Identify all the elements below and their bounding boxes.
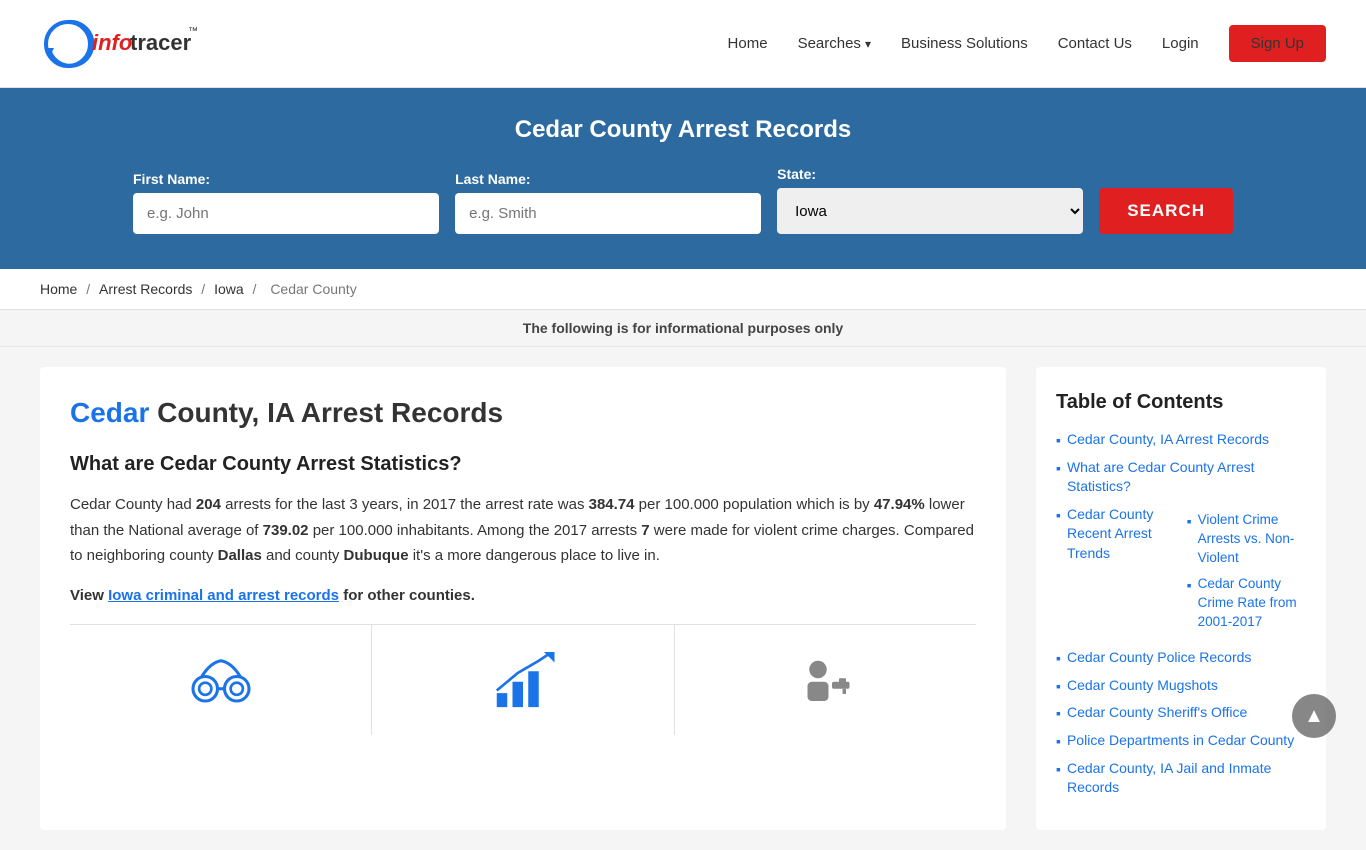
sidebar: Table of Contents Cedar County, IA Arres… [1036, 367, 1326, 830]
toc-link-1[interactable]: Cedar County, IA Arrest Records [1067, 430, 1269, 450]
state-select[interactable]: Iowa Alabama Alaska Arizona Arkansas Cal… [777, 188, 1083, 234]
hero-section: Cedar County Arrest Records First Name: … [0, 88, 1366, 269]
toc-link-4[interactable]: Cedar County Police Records [1067, 648, 1251, 668]
toc-list: Cedar County, IA Arrest Records What are… [1056, 430, 1306, 798]
view-link-suffix: for other counties. [339, 587, 475, 604]
nav-business-solutions[interactable]: Business Solutions [901, 35, 1028, 52]
toc-link-8[interactable]: Cedar County, IA Jail and Inmate Records [1067, 759, 1306, 798]
toc-item-4: Cedar County Police Records [1056, 648, 1306, 668]
main-nav: Home Searches ▾ Business Solutions Conta… [728, 25, 1326, 62]
lastname-group: Last Name: [455, 171, 761, 234]
toc-link-7[interactable]: Police Departments in Cedar County [1067, 731, 1294, 751]
toc-link-2[interactable]: What are Cedar County Arrest Statistics? [1067, 458, 1306, 497]
toc-item-1: Cedar County, IA Arrest Records [1056, 430, 1306, 450]
info-note: The following is for informational purpo… [0, 310, 1366, 347]
page-heading-highlight: Cedar [70, 397, 149, 428]
iowa-records-link[interactable]: Iowa criminal and arrest records [108, 587, 339, 604]
chevron-down-icon: ▾ [865, 37, 871, 51]
toc-title: Table of Contents [1056, 391, 1306, 414]
search-button[interactable]: SEARCH [1099, 188, 1233, 234]
toc-sub-list-3: Violent Crime Arrests vs. Non-Violent Ce… [1173, 511, 1306, 640]
nav-home[interactable]: Home [728, 35, 768, 52]
toc-item-3: Cedar County Recent Arrest Trends Violen… [1056, 505, 1306, 640]
breadcrumb-iowa[interactable]: Iowa [214, 281, 244, 297]
nav-contact-us[interactable]: Contact Us [1058, 35, 1132, 52]
svg-text:™: ™ [188, 26, 198, 37]
toc-item-5: Cedar County Mugshots [1056, 676, 1306, 696]
section1-heading: What are Cedar County Arrest Statistics? [70, 453, 976, 476]
site-header: info tracer ™ Home Searches ▾ Business S… [0, 0, 1366, 88]
firstname-input[interactable] [133, 193, 439, 234]
breadcrumb-sep1: / [86, 281, 94, 297]
toc-item-2: What are Cedar County Arrest Statistics? [1056, 458, 1306, 497]
state-label: State: [777, 166, 1083, 182]
lastname-input[interactable] [455, 193, 761, 234]
toc-item-6: Cedar County Sheriff's Office [1056, 703, 1306, 723]
toc-sub-item-3-1: Violent Crime Arrests vs. Non-Violent [1187, 511, 1306, 568]
icons-row [70, 624, 976, 735]
scroll-to-top-button[interactable]: ▲ [1292, 694, 1336, 738]
nav-searches[interactable]: Searches ▾ [798, 35, 871, 52]
icon-chart [372, 625, 674, 735]
breadcrumb-cedar-county: Cedar County [270, 281, 356, 297]
svg-text:tracer: tracer [130, 30, 192, 55]
stats-paragraph: Cedar County had 204 arrests for the las… [70, 492, 976, 569]
breadcrumb-home[interactable]: Home [40, 281, 77, 297]
icon-gun-badge [675, 625, 976, 735]
toc-link-3[interactable]: Cedar County Recent Arrest Trends [1067, 505, 1167, 564]
icon-handcuffs [70, 625, 372, 735]
toc-item-7: Police Departments in Cedar County [1056, 731, 1306, 751]
nav-signup[interactable]: Sign Up [1229, 25, 1326, 62]
svg-text:info: info [92, 30, 132, 55]
toc-link-6[interactable]: Cedar County Sheriff's Office [1067, 703, 1247, 723]
firstname-group: First Name: [133, 171, 439, 234]
content-area: Cedar County, IA Arrest Records What are… [40, 367, 1006, 830]
nav-login[interactable]: Login [1162, 35, 1199, 52]
page-heading: Cedar County, IA Arrest Records [70, 397, 976, 429]
toc-sub-link-3-2[interactable]: Cedar County Crime Rate from 2001-2017 [1198, 575, 1306, 632]
search-form: First Name: Last Name: State: Iowa Alaba… [133, 166, 1233, 234]
view-link-prefix: View [70, 587, 108, 604]
breadcrumb-sep3: / [253, 281, 261, 297]
main-layout: Cedar County, IA Arrest Records What are… [0, 347, 1366, 850]
view-link-paragraph: View Iowa criminal and arrest records fo… [70, 587, 976, 604]
toc-item-8: Cedar County, IA Jail and Inmate Records [1056, 759, 1306, 798]
lastname-label: Last Name: [455, 171, 761, 187]
breadcrumb: Home / Arrest Records / Iowa / Cedar Cou… [0, 269, 1366, 310]
firstname-label: First Name: [133, 171, 439, 187]
breadcrumb-arrest-records[interactable]: Arrest Records [99, 281, 192, 297]
breadcrumb-sep2: / [201, 281, 209, 297]
hero-title: Cedar County Arrest Records [40, 116, 1326, 144]
toc-link-5[interactable]: Cedar County Mugshots [1067, 676, 1218, 696]
logo[interactable]: info tracer ™ [40, 14, 200, 74]
page-heading-rest: County, IA Arrest Records [149, 397, 503, 428]
toc-sub-item-3-2: Cedar County Crime Rate from 2001-2017 [1187, 575, 1306, 632]
state-group: State: Iowa Alabama Alaska Arizona Arkan… [777, 166, 1083, 234]
toc-sub-link-3-1[interactable]: Violent Crime Arrests vs. Non-Violent [1198, 511, 1306, 568]
